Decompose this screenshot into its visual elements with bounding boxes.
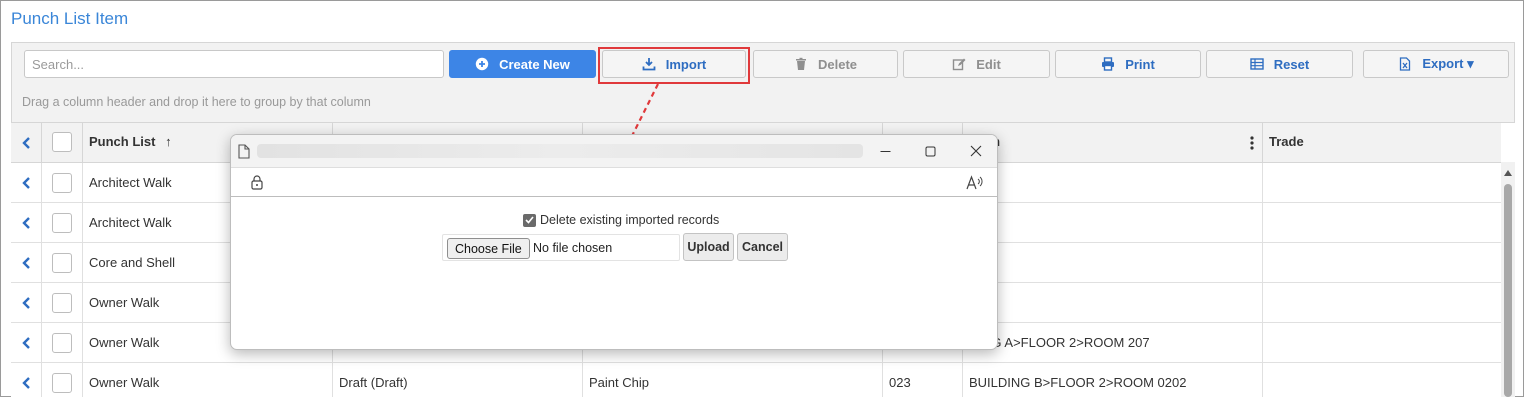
export-button[interactable]: Export ▾	[1363, 50, 1509, 78]
cancel-button[interactable]: Cancel	[737, 233, 788, 261]
chevron-left-icon	[21, 177, 30, 189]
delete-existing-label: Delete existing imported records	[540, 213, 720, 227]
cell-code: 023	[883, 363, 963, 397]
import-highlight-box	[598, 47, 750, 84]
plus-circle-icon	[475, 57, 489, 71]
print-button[interactable]: Print	[1055, 50, 1201, 78]
row-checkbox[interactable]	[52, 333, 72, 353]
reset-label: Reset	[1273, 56, 1310, 72]
read-aloud-icon[interactable]	[966, 175, 984, 190]
column-menu-icon[interactable]	[1250, 136, 1254, 150]
no-file-chosen-text: No file chosen	[533, 241, 613, 255]
cell-location: BUILDING B>FLOOR 2>ROOM 0202	[963, 363, 1263, 397]
create-new-label: Create New	[499, 56, 570, 72]
chevron-left-icon	[21, 337, 30, 349]
cell-trade	[1263, 283, 1501, 323]
row-select-cell	[42, 283, 83, 323]
column-header-location[interactable]: ation	[963, 123, 1263, 163]
row-select-cell	[42, 323, 83, 363]
delete-label: Delete	[817, 56, 858, 72]
table-icon	[1250, 58, 1264, 70]
reset-button[interactable]: Reset	[1206, 50, 1353, 78]
close-icon	[970, 145, 982, 157]
page-icon	[238, 144, 250, 159]
blurred-page-title	[257, 144, 863, 158]
close-button[interactable]	[966, 141, 986, 161]
row-expand-button[interactable]	[11, 163, 42, 203]
row-checkbox[interactable]	[52, 293, 72, 313]
trash-icon	[795, 57, 806, 70]
cell-location	[963, 163, 1263, 203]
choose-file-button[interactable]: Choose File	[447, 238, 530, 259]
row-expand-button[interactable]	[11, 323, 42, 363]
row-select-cell	[42, 363, 83, 397]
lock-icon[interactable]	[251, 175, 263, 190]
scroll-up-arrow[interactable]	[1504, 170, 1512, 176]
chevron-left-icon	[21, 257, 30, 269]
dialog-title-bar	[231, 135, 997, 167]
row-select-cell	[42, 203, 83, 243]
cell-location	[963, 283, 1263, 323]
cell-location	[963, 243, 1263, 283]
cell-trade	[1263, 323, 1501, 363]
row-checkbox[interactable]	[52, 213, 72, 233]
row-expand-button[interactable]	[11, 283, 42, 323]
row-checkbox[interactable]	[52, 253, 72, 273]
column-header-trade[interactable]: Trade	[1263, 123, 1501, 163]
row-checkbox[interactable]	[52, 373, 72, 393]
row-expand-button[interactable]	[11, 243, 42, 283]
row-checkbox[interactable]	[52, 173, 72, 193]
column-punch-list-label: Punch List	[89, 134, 156, 149]
delete-button[interactable]: Delete	[753, 50, 898, 78]
excel-file-icon	[1400, 57, 1411, 71]
printer-icon	[1102, 57, 1115, 71]
file-input[interactable]: Choose File No file chosen	[442, 234, 680, 261]
create-new-button[interactable]: Create New	[449, 50, 596, 78]
select-all-column	[42, 123, 83, 163]
minimize-icon	[880, 150, 890, 152]
select-all-checkbox[interactable]	[52, 132, 72, 152]
edit-icon	[953, 58, 966, 71]
row-expand-button[interactable]	[11, 363, 42, 397]
cell-location: DING A>FLOOR 2>ROOM 207	[963, 323, 1263, 363]
check-icon	[525, 216, 534, 224]
edit-button[interactable]: Edit	[903, 50, 1050, 78]
print-label: Print	[1125, 56, 1155, 72]
dialog-address-bar	[231, 167, 997, 197]
maximize-button[interactable]	[920, 141, 940, 161]
maximize-icon	[925, 146, 935, 156]
row-expand-button[interactable]	[11, 203, 42, 243]
scrollbar-thumb[interactable]	[1504, 184, 1512, 397]
chevron-left-icon	[21, 217, 30, 229]
row-select-cell	[42, 243, 83, 283]
export-label: Export ▾	[1422, 56, 1474, 71]
row-select-cell	[42, 163, 83, 203]
upload-button[interactable]: Upload	[683, 233, 734, 261]
search-input[interactable]	[24, 50, 444, 78]
group-drop-area[interactable]: Drag a column header and drop it here to…	[22, 95, 371, 109]
cell-punch-list: Owner Walk	[83, 363, 333, 397]
cell-trade	[1263, 163, 1501, 203]
chevron-left-icon	[21, 297, 30, 309]
chevron-left-icon	[21, 377, 30, 389]
cell-status: Draft (Draft)	[333, 363, 583, 397]
sort-ascending-icon: ↑	[165, 134, 172, 149]
cell-trade	[1263, 203, 1501, 243]
page-title: Punch List Item	[11, 9, 129, 28]
table-row[interactable]: Owner Walk Draft (Draft) Paint Chip 023 BUIL…	[11, 363, 1501, 397]
minimize-button[interactable]	[875, 141, 895, 161]
vertical-scrollbar[interactable]	[1501, 162, 1515, 397]
collapse-all-button[interactable]	[11, 123, 42, 163]
cell-location	[963, 203, 1263, 243]
cell-trade	[1263, 363, 1501, 397]
cell-type: Paint Chip	[583, 363, 883, 397]
edit-label: Edit	[976, 56, 1001, 72]
cell-trade	[1263, 243, 1501, 283]
delete-existing-checkbox[interactable]	[523, 213, 536, 227]
chevron-left-icon	[21, 137, 30, 149]
delete-existing-option: Delete existing imported records	[523, 213, 719, 227]
import-dialog-window: Delete existing imported records Choose …	[230, 134, 998, 350]
